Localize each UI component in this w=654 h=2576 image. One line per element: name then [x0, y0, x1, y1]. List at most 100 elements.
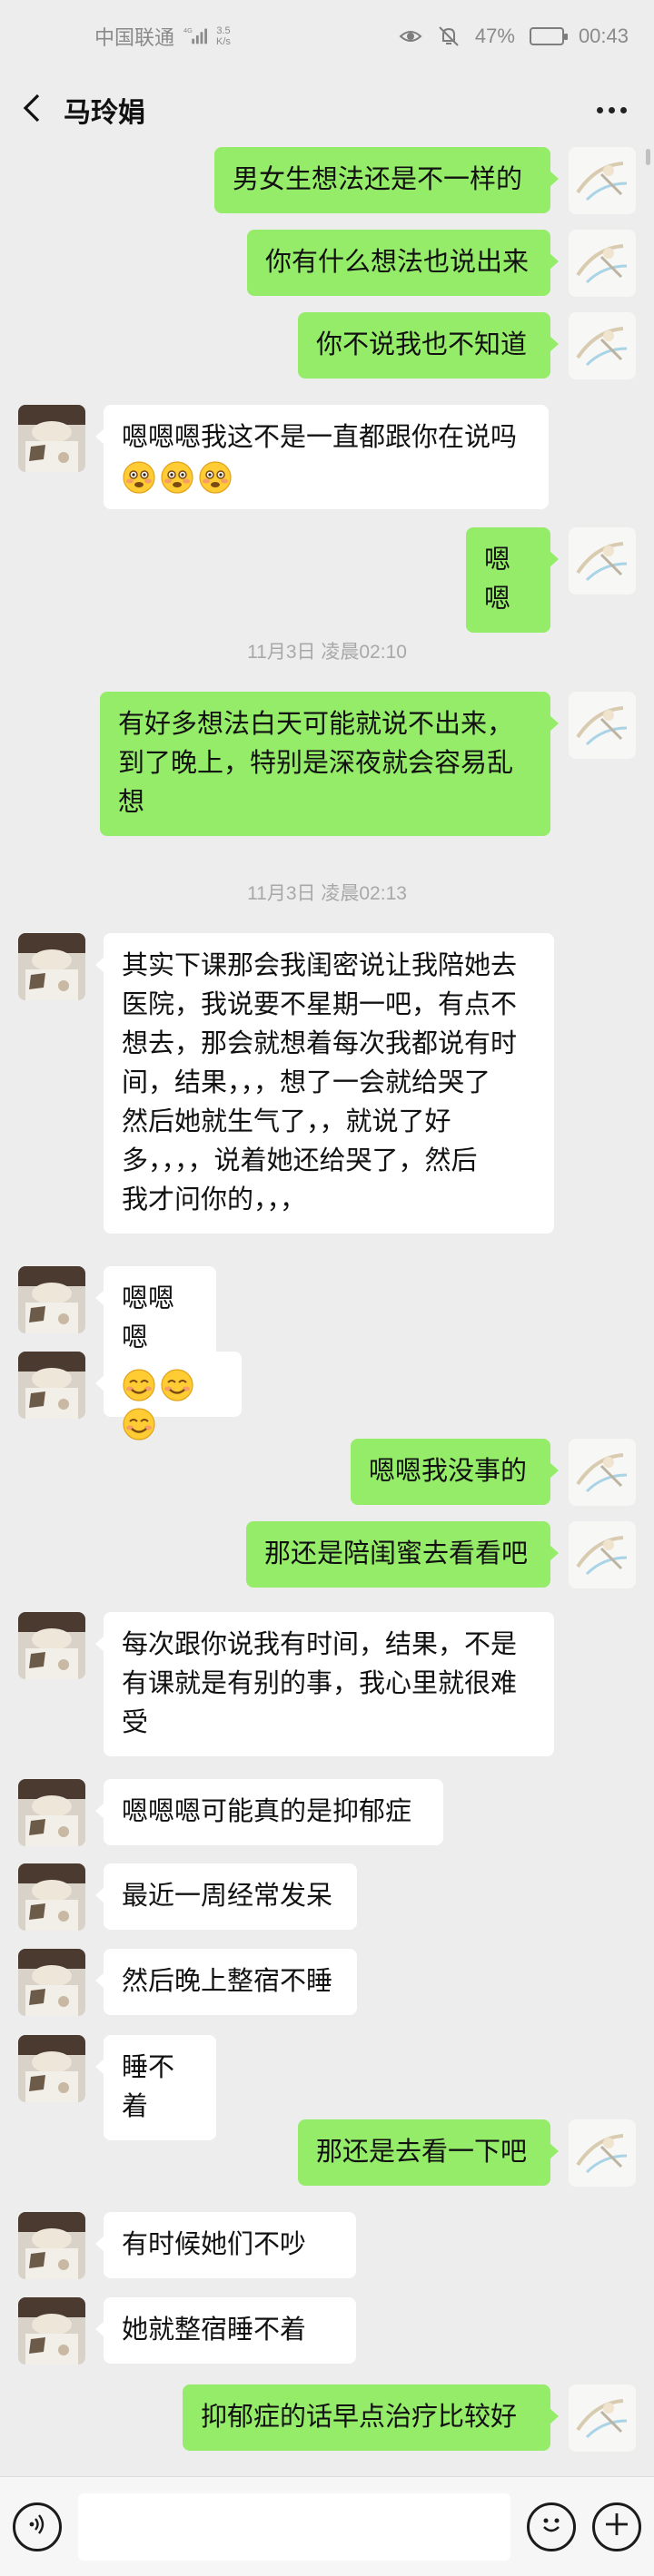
message-text-line: 到了晚上，特别是深夜就会容易乱 — [118, 749, 514, 778]
sent-message-bubble[interactable]: 你有什么想法也说出来 — [247, 230, 559, 296]
message-text: 你不说我也不知道 — [316, 330, 528, 359]
message-text: 嗯嗯嗯我这不是一直都跟你在说吗 — [122, 423, 518, 452]
emoji-icon — [536, 2509, 567, 2544]
received-message-bubble[interactable]: 有时候她们不吵 — [95, 2212, 356, 2278]
more-button[interactable] — [589, 94, 634, 125]
voice-icon — [24, 2511, 51, 2542]
status-left: 中国联通 4G 3.5 K/s — [94, 22, 231, 51]
message-text-line: 有课就是有别的事，我心里就很难 — [122, 1669, 518, 1698]
my-avatar[interactable] — [569, 1439, 636, 1506]
sent-message-bubble[interactable]: 抑郁症的话早点治疗比较好 — [183, 2384, 559, 2451]
message-text-line: 其实下课那会我闺密说让我陪她去 — [122, 951, 518, 980]
message-text: 嗯嗯嗯 — [122, 1284, 175, 1352]
sent-message-bubble[interactable]: 那还是去看一下吧 — [298, 2119, 559, 2186]
emoji-button[interactable] — [527, 2502, 576, 2551]
sent-message-bubble[interactable]: 你不说我也不知道 — [298, 312, 559, 379]
sent-message-bubble[interactable]: 那还是陪闺蜜去看看吧 — [246, 1521, 559, 1588]
sent-message-bubble[interactable]: 有好多想法白天可能就说不出来， 到了晚上，特别是深夜就会容易乱想 — [100, 692, 559, 836]
my-avatar[interactable] — [569, 2119, 636, 2187]
message-text-line: 想去，那会就想着每次我都说有时 — [122, 1029, 518, 1058]
chat-header: 马玲娟 — [0, 73, 654, 147]
my-avatar[interactable] — [569, 527, 636, 595]
sent-message-bubble[interactable]: 嗯嗯我没事的 — [351, 1439, 559, 1505]
received-message-bubble[interactable]: 然后晚上整宿不睡 — [95, 1949, 357, 2015]
message-text: 她就整宿睡不着 — [122, 2315, 307, 2345]
contact-avatar[interactable] — [18, 1863, 85, 1931]
message-text: 嗯嗯我没事的 — [369, 1457, 528, 1486]
more-dot — [596, 106, 603, 113]
my-avatar[interactable] — [569, 1521, 636, 1588]
status-time: 00:43 — [578, 25, 629, 47]
contact-avatar[interactable] — [18, 1266, 85, 1333]
my-avatar[interactable] — [569, 692, 636, 759]
voice-button[interactable] — [13, 2502, 62, 2551]
received-message-bubble[interactable] — [95, 1352, 242, 1440]
network-speed-value: 3.5 — [216, 25, 231, 36]
message-text: 嗯嗯嗯可能真的是抑郁症 — [122, 1797, 412, 1826]
network-speed-unit: K/s — [216, 36, 231, 47]
time-divider: 11月3日 凌晨02:10 — [247, 642, 407, 663]
network-speed: 3.5 K/s — [216, 25, 231, 47]
contact-avatar[interactable] — [18, 933, 85, 1000]
plus-icon — [603, 2511, 630, 2542]
my-avatar[interactable] — [569, 230, 636, 297]
flushed-face-emoji-icon — [122, 460, 156, 495]
received-message-bubble[interactable]: 她就整宿睡不着 — [95, 2297, 356, 2364]
received-message-bubble[interactable]: 每次跟你说我有时间，结果，不是 有课就是有别的事，我心里就很难受 — [95, 1612, 554, 1756]
flushed-face-emoji-icon — [198, 460, 233, 495]
my-avatar[interactable] — [569, 312, 636, 379]
sent-message-bubble[interactable]: 嗯嗯 — [466, 527, 559, 633]
status-bar: 中国联通 4G 3.5 K/s 47% 00:43 — [0, 0, 654, 73]
contact-avatar[interactable] — [18, 1352, 85, 1419]
received-message-bubble[interactable]: 最近一周经常发呆 — [95, 1863, 357, 1930]
received-message-bubble[interactable]: 嗯嗯嗯可能真的是抑郁症 — [95, 1779, 443, 1845]
chat-title: 马玲娟 — [64, 98, 145, 128]
flushed-face-emoji-icon — [160, 460, 194, 495]
more-dot — [608, 106, 615, 113]
message-input[interactable] — [78, 2492, 510, 2561]
contact-avatar[interactable] — [18, 2212, 85, 2279]
message-text: 你有什么想法也说出来 — [265, 248, 530, 277]
eye-icon — [399, 25, 422, 48]
message-text-line: 每次跟你说我有时间，结果，不是 — [122, 1630, 518, 1659]
message-text: 抑郁症的话早点治疗比较好 — [201, 2403, 518, 2432]
contact-avatar[interactable] — [18, 2297, 85, 2365]
back-button[interactable] — [0, 73, 64, 147]
smiling-face-emoji-icon — [122, 1407, 156, 1441]
contact-avatar[interactable] — [18, 1612, 85, 1679]
message-text: 有时候她们不吵 — [122, 2230, 307, 2259]
plus-button[interactable] — [592, 2502, 641, 2551]
message-text: 然后晚上整宿不睡 — [122, 1967, 333, 1996]
my-avatar[interactable] — [569, 2384, 636, 2452]
more-dot — [619, 106, 627, 113]
message-text-line: 多，，，，说着她还给哭了，然后 — [122, 1146, 478, 1175]
received-message-bubble[interactable]: 睡不着 — [95, 2035, 216, 2140]
message-text: 男女生想法还是不一样的 — [233, 165, 523, 194]
sent-message-bubble[interactable]: 男女生想法还是不一样的 — [214, 147, 559, 213]
input-bar — [0, 2476, 654, 2576]
received-message-bubble[interactable]: 其实下课那会我闺密说让我陪她去 医院，我说要不星期一吧，有点不 想去，那会就想着每次… — [95, 933, 554, 1234]
status-right: 47% 00:43 — [399, 25, 629, 48]
smiling-face-emoji-icon — [122, 1368, 156, 1402]
chat-message-list[interactable]: 男女生想法还是不一样的你有什么想法也说出来你不说我也不知道嗯嗯嗯我这不是一直都跟… — [0, 147, 654, 2476]
svg-text:4G: 4G — [183, 26, 193, 34]
contact-avatar[interactable] — [18, 1779, 85, 1846]
carrier-name: 中国联通 — [94, 26, 175, 49]
battery-percent: 47% — [474, 25, 515, 47]
message-text: 嗯嗯 — [484, 546, 511, 614]
my-avatar[interactable] — [569, 147, 636, 214]
message-text-line: 受 — [122, 1708, 149, 1737]
message-text-line: 有好多想法白天可能就说不出来， — [118, 710, 514, 739]
message-text: 睡不着 — [122, 2053, 175, 2121]
contact-avatar[interactable] — [18, 2035, 85, 2102]
mute-bell-icon — [437, 25, 461, 48]
time-divider: 11月3日 凌晨02:13 — [247, 883, 407, 904]
message-text: 那还是陪闺蜜去看看吧 — [264, 1539, 529, 1568]
message-text: 那还是去看一下吧 — [316, 2138, 528, 2167]
signal-icon: 4G — [183, 25, 208, 48]
message-text-line: 医院，我说要不星期一吧，有点不 — [122, 990, 518, 1019]
battery-icon — [529, 27, 568, 45]
received-message-bubble[interactable]: 嗯嗯嗯我这不是一直都跟你在说吗 — [95, 405, 549, 509]
contact-avatar[interactable] — [18, 405, 85, 472]
contact-avatar[interactable] — [18, 1949, 85, 2016]
